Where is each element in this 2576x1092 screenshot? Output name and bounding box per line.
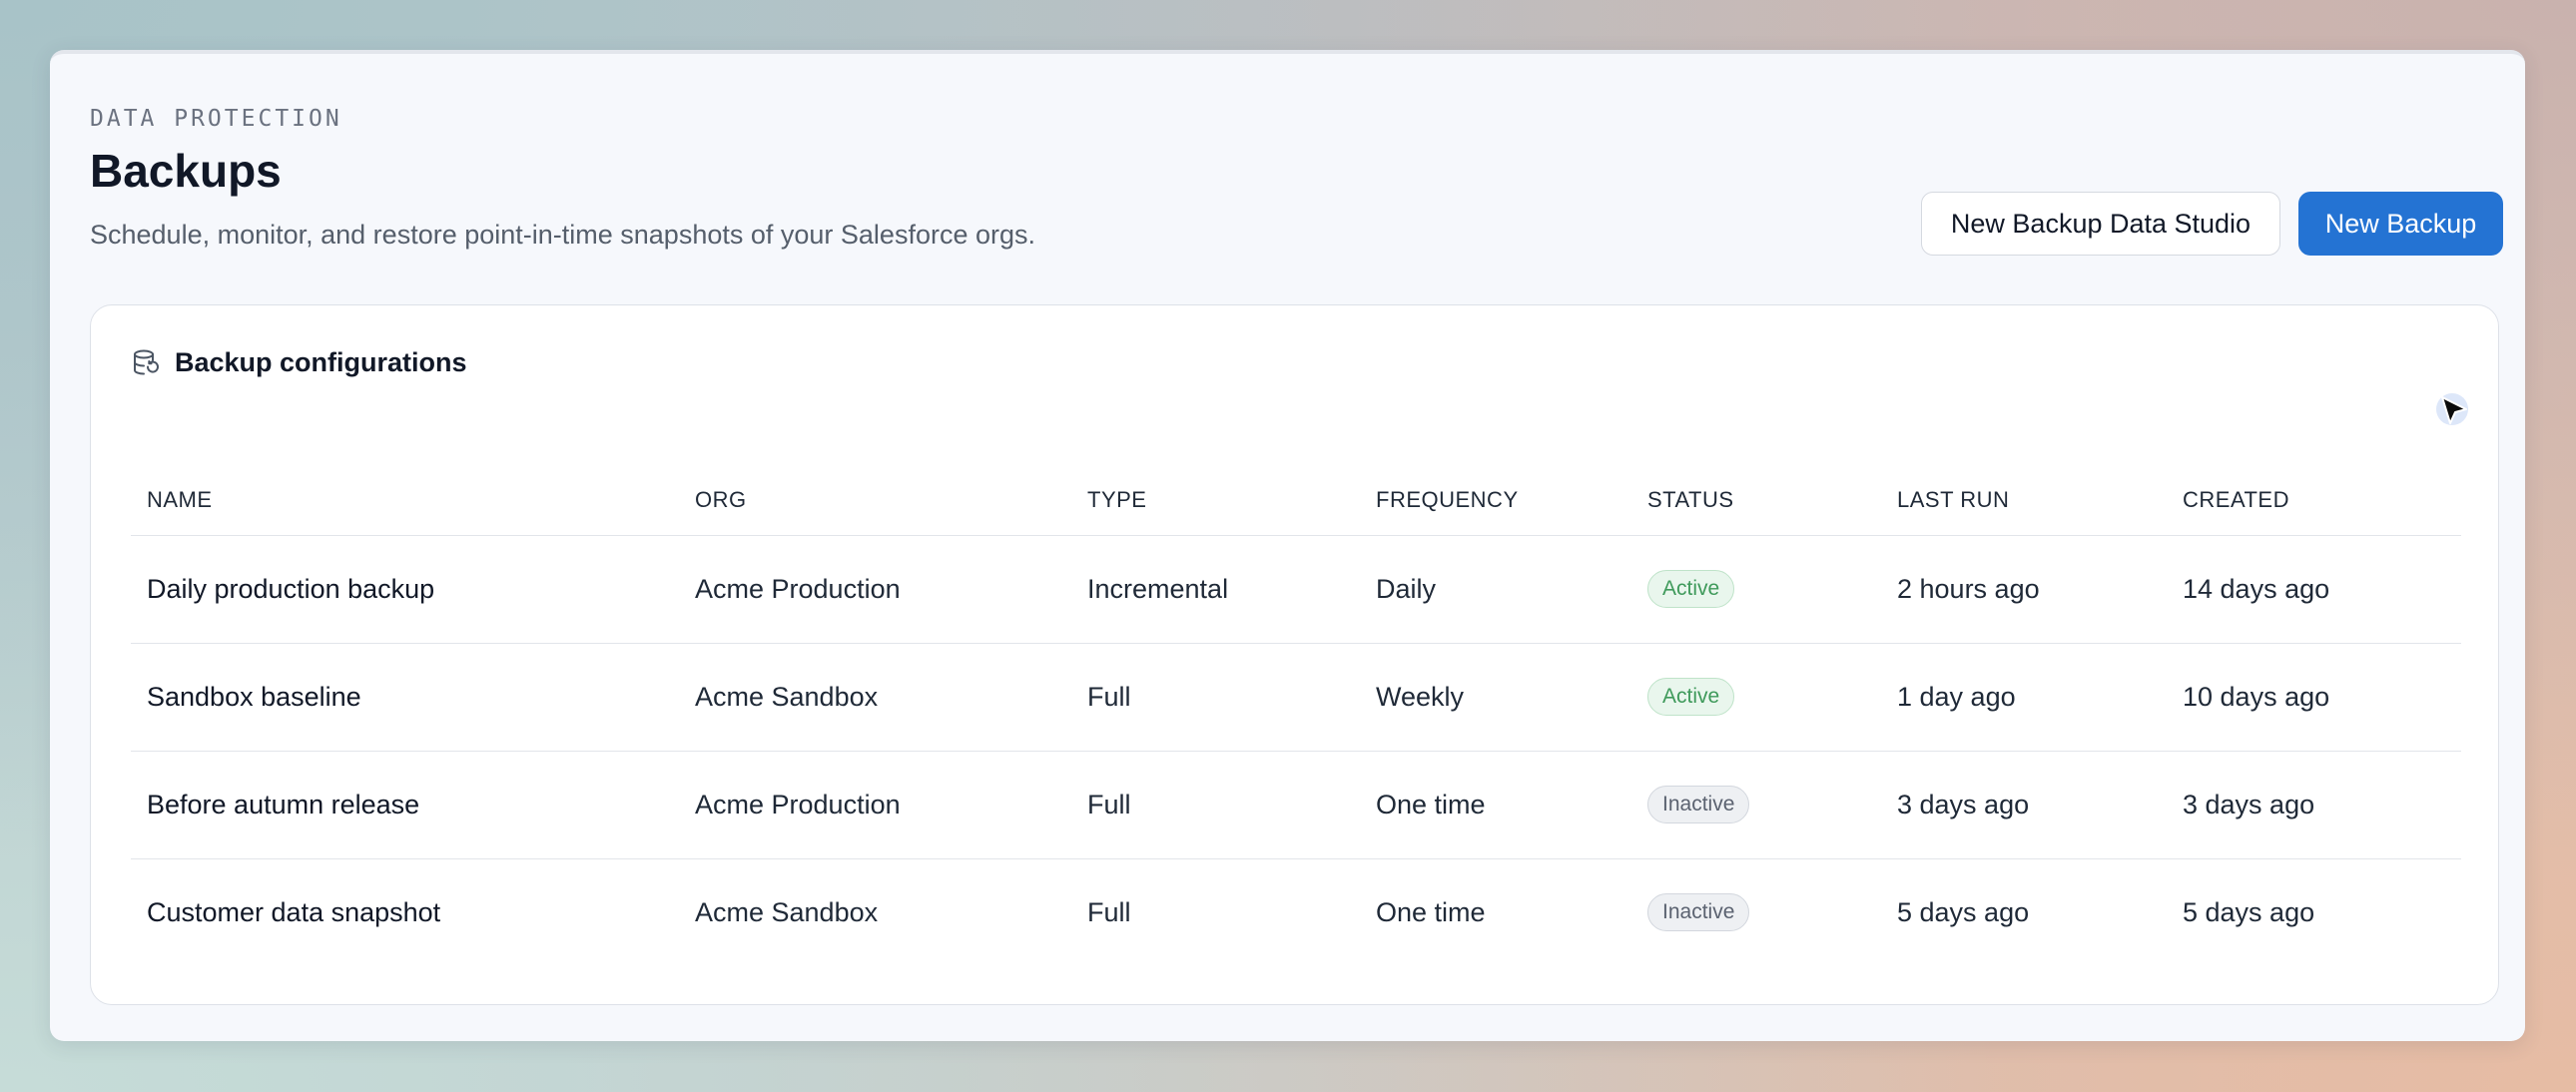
backup-org: Acme Production	[679, 751, 1071, 859]
backup-last-run: 1 day ago	[1881, 643, 2167, 752]
column-header-created[interactable]: CREATED	[2167, 465, 2461, 536]
backup-type: Incremental	[1071, 535, 1360, 644]
backup-created: 14 days ago	[2167, 535, 2461, 644]
backup-last-run: 5 days ago	[1897, 896, 2030, 927]
new-backup-button[interactable]: New Backup	[2298, 192, 2503, 256]
backup-frequency: One time	[1360, 751, 1631, 859]
backup-frequency: One time	[1376, 896, 1486, 927]
backup-org: Acme Sandbox	[695, 896, 879, 927]
table-header-row: NAME ORG TYPE FREQUENCY STATUS LAST RUN …	[131, 465, 2461, 536]
backup-org: Acme Sandbox	[679, 643, 1071, 752]
page-title: Backups	[90, 145, 282, 197]
table-row[interactable]: Before autumn release Acme Production Fu…	[131, 751, 2461, 859]
backup-type: Full	[1071, 643, 1360, 752]
column-header-org[interactable]: ORG	[679, 465, 1071, 536]
backup-type: Full	[1071, 751, 1360, 859]
backup-configurations-card: Backup configurations NAME ORG TYPE FREQ…	[90, 304, 2499, 1005]
backup-name[interactable]: Before autumn release	[131, 751, 679, 859]
status-badge: Inactive	[1647, 893, 1750, 932]
backup-status: Inactive	[1631, 858, 1881, 966]
backup-name[interactable]: Daily production backup	[131, 535, 679, 644]
status-badge: Active	[1647, 570, 1735, 608]
column-header-type[interactable]: TYPE	[1071, 465, 1360, 536]
card-title: Backup configurations	[175, 347, 467, 377]
database-restore-icon	[131, 348, 161, 378]
section-eyebrow: DATA PROTECTION	[90, 106, 342, 132]
page-subtitle: Schedule, monitor, and restore point-in-…	[90, 220, 1035, 250]
status-badge: Active	[1647, 678, 1735, 716]
table-row[interactable]: Sandbox baseline Acme Sandbox Full Weekl…	[131, 643, 2461, 752]
backup-type: Full	[1087, 896, 1131, 927]
backup-org: Acme Production	[679, 535, 1071, 644]
backup-created: 10 days ago	[2167, 643, 2461, 752]
table-row[interactable]: Customer data snapshot Acme Sandbox Full…	[131, 858, 2461, 966]
app-window: DATA PROTECTION Backups Schedule, monito…	[50, 50, 2525, 1041]
backup-name[interactable]: Customer data snapshot	[131, 858, 679, 966]
table-row[interactable]: Daily production backup Acme Production …	[131, 535, 2461, 644]
backup-name[interactable]: Sandbox baseline	[131, 643, 679, 752]
backup-frequency: Weekly	[1360, 643, 1631, 752]
backup-status: Active	[1631, 535, 1881, 644]
status-badge: Inactive	[1647, 786, 1750, 823]
column-header-frequency[interactable]: FREQUENCY	[1360, 465, 1631, 536]
mouse-pointer-icon	[2434, 391, 2474, 431]
backup-configurations-table: NAME ORG TYPE FREQUENCY STATUS LAST RUN …	[131, 465, 2461, 966]
column-header-last-run[interactable]: LAST RUN	[1881, 465, 2167, 536]
card-header: Backup configurations	[131, 347, 467, 378]
backup-frequency: Daily	[1360, 535, 1631, 644]
backup-status: Inactive	[1631, 751, 1881, 859]
backup-last-run: 2 hours ago	[1881, 535, 2167, 644]
column-header-status[interactable]: STATUS	[1631, 465, 1881, 536]
column-header-name[interactable]: NAME	[131, 465, 679, 536]
backup-created: 3 days ago	[2167, 751, 2461, 859]
new-backup-data-studio-button[interactable]: New Backup Data Studio	[1921, 192, 2280, 256]
backup-created: 5 days ago	[2183, 896, 2315, 927]
backup-last-run: 3 days ago	[1881, 751, 2167, 859]
backup-status: Active	[1631, 643, 1881, 752]
